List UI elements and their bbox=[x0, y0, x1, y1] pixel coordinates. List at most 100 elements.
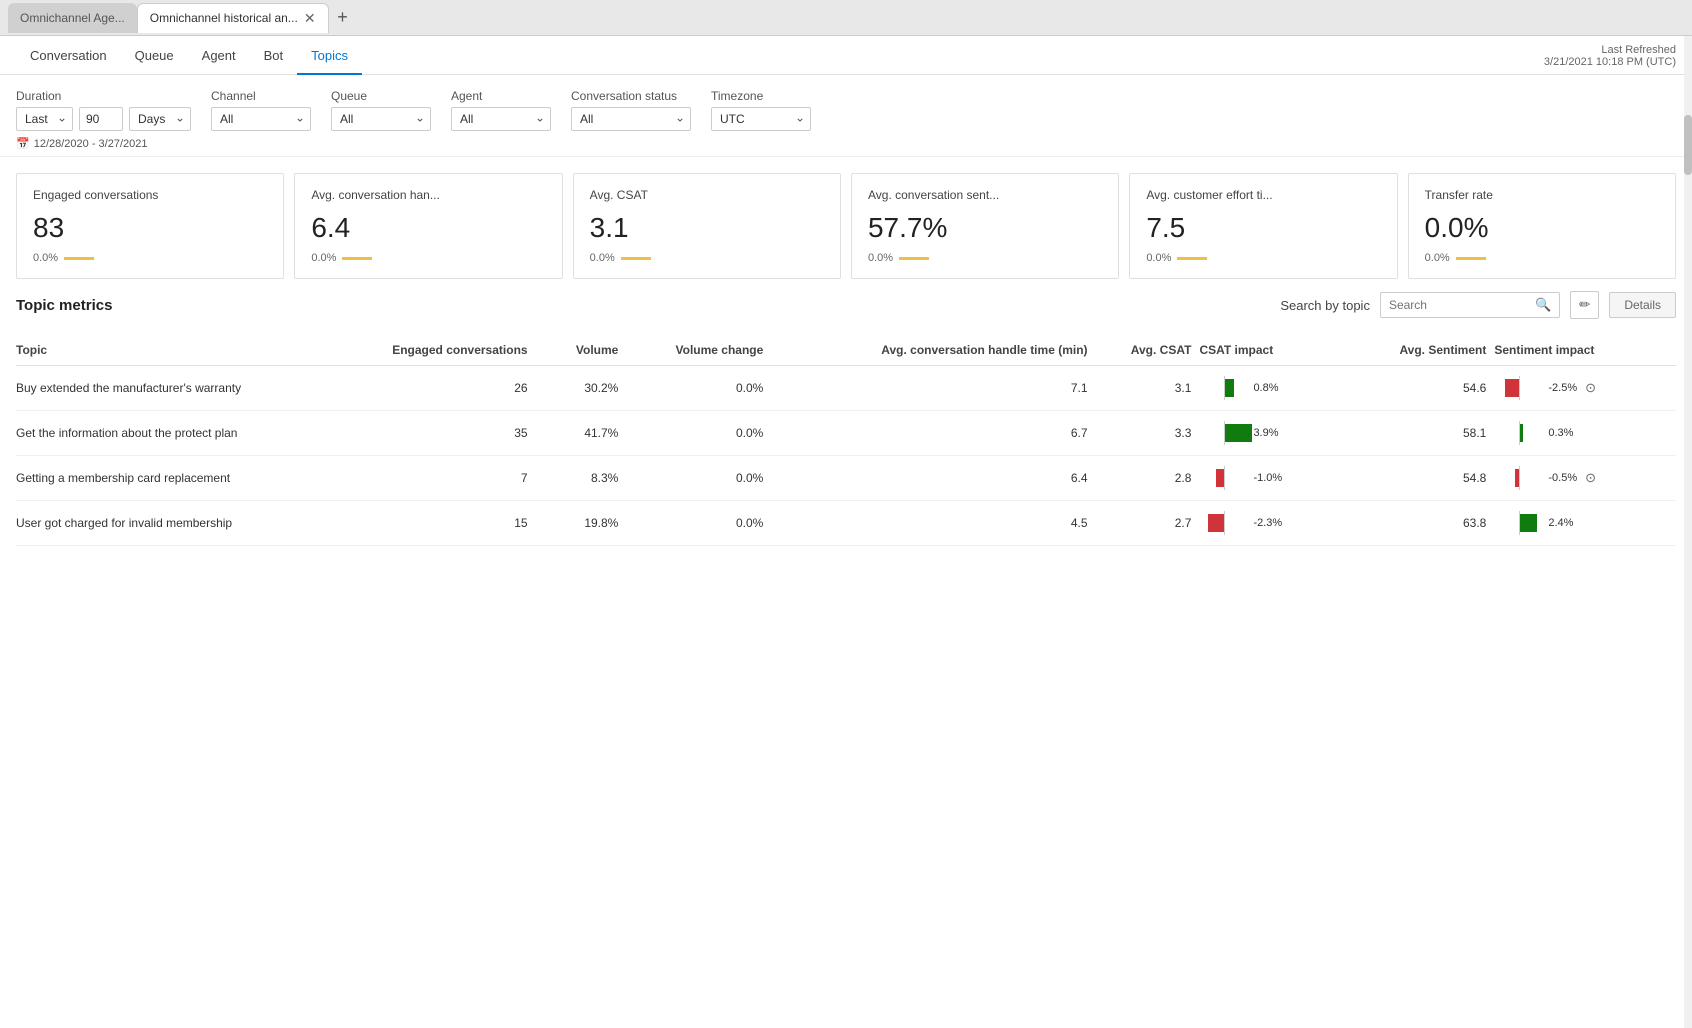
cell-csat-impact: 0.8% bbox=[1199, 366, 1350, 411]
copy-icon[interactable]: ⊙ bbox=[1585, 380, 1596, 396]
kpi-trend-bar bbox=[342, 257, 372, 260]
cell-avg-csat: 2.8 bbox=[1096, 456, 1200, 501]
filters-section: Duration Last Days Channe bbox=[0, 75, 1692, 157]
days-select-wrapper: Days bbox=[129, 107, 191, 131]
channel-label: Channel bbox=[211, 89, 311, 103]
cell-topic-name: Get the information about the protect pl… bbox=[16, 411, 319, 456]
duration-select[interactable]: Last bbox=[16, 107, 73, 131]
kpi-avg-csat-value: 3.1 bbox=[590, 212, 824, 244]
cell-volume: 8.3% bbox=[536, 456, 627, 501]
cell-avg-handle-time: 7.1 bbox=[771, 366, 1095, 411]
agent-label: Agent bbox=[451, 89, 551, 103]
top-nav: Conversation Queue Agent Bot Topics Last… bbox=[0, 36, 1692, 75]
copy-icon[interactable]: ⊙ bbox=[1585, 470, 1596, 486]
queue-filter: Queue All bbox=[331, 89, 431, 131]
nav-queue[interactable]: Queue bbox=[121, 36, 188, 75]
table-header-row: Topic Engaged conversations Volume Volum… bbox=[16, 335, 1676, 366]
duration-days-input[interactable] bbox=[79, 107, 123, 131]
duration-filter: Duration Last Days bbox=[16, 89, 191, 131]
kpi-trend-bar bbox=[1177, 257, 1207, 260]
nav-bot[interactable]: Bot bbox=[250, 36, 298, 75]
tab-omnichannel-agent[interactable]: Omnichannel Age... bbox=[8, 3, 137, 33]
add-tab-button[interactable]: + bbox=[329, 4, 357, 32]
tab-label-inactive: Omnichannel Age... bbox=[20, 11, 125, 25]
col-header-csat-impact: CSAT impact bbox=[1199, 335, 1350, 366]
kpi-trend-bar bbox=[1456, 257, 1486, 260]
days-select[interactable]: Days bbox=[129, 107, 191, 131]
nav-agent[interactable]: Agent bbox=[188, 36, 250, 75]
agent-select-wrapper: All bbox=[451, 107, 551, 131]
cell-volume-change: 0.0% bbox=[626, 501, 771, 546]
cell-avg-sentiment: 58.1 bbox=[1351, 411, 1495, 456]
kpi-section: Engaged conversations 83 0.0% Avg. conve… bbox=[0, 157, 1692, 291]
col-header-avg-csat: Avg. CSAT bbox=[1096, 335, 1200, 366]
queue-select-wrapper: All bbox=[331, 107, 431, 131]
cell-engaged-conversations: 15 bbox=[319, 501, 536, 546]
kpi-avg-handle-time-change: 0.0% bbox=[311, 252, 336, 264]
kpi-trend-bar bbox=[621, 257, 651, 260]
cell-avg-csat: 3.3 bbox=[1096, 411, 1200, 456]
kpi-transfer-rate-title: Transfer rate bbox=[1425, 188, 1659, 202]
table-row: Getting a membership card replacement 7 … bbox=[16, 456, 1676, 501]
agent-select[interactable]: All bbox=[451, 107, 551, 131]
agent-filter: Agent All bbox=[451, 89, 551, 131]
cell-sentiment-impact: 0.3% bbox=[1494, 411, 1676, 456]
calendar-icon: 📅 bbox=[16, 137, 30, 150]
table-row: Buy extended the manufacturer's warranty… bbox=[16, 366, 1676, 411]
cell-engaged-conversations: 26 bbox=[319, 366, 536, 411]
details-button[interactable]: Details bbox=[1609, 292, 1676, 318]
kpi-engaged-conversations-title: Engaged conversations bbox=[33, 188, 267, 202]
col-header-volume: Volume bbox=[536, 335, 627, 366]
tab-omnichannel-historical[interactable]: Omnichannel historical an... ✕ bbox=[137, 3, 329, 33]
kpi-transfer-rate-value: 0.0% bbox=[1425, 212, 1659, 244]
cell-avg-handle-time: 6.7 bbox=[771, 411, 1095, 456]
nav-conversation[interactable]: Conversation bbox=[16, 36, 121, 75]
kpi-engaged-conversations-change: 0.0% bbox=[33, 252, 58, 264]
cell-avg-sentiment: 54.6 bbox=[1351, 366, 1495, 411]
cell-avg-handle-time: 4.5 bbox=[771, 501, 1095, 546]
last-refreshed-label: Last Refreshed bbox=[1544, 44, 1676, 56]
cell-volume: 30.2% bbox=[536, 366, 627, 411]
search-input[interactable] bbox=[1389, 298, 1529, 312]
cell-volume: 41.7% bbox=[536, 411, 627, 456]
cell-avg-handle-time: 6.4 bbox=[771, 456, 1095, 501]
search-icon[interactable]: 🔍 bbox=[1535, 297, 1551, 313]
kpi-customer-effort: Avg. customer effort ti... 7.5 0.0% bbox=[1129, 173, 1397, 279]
cell-avg-csat: 2.7 bbox=[1096, 501, 1200, 546]
cell-avg-sentiment: 63.8 bbox=[1351, 501, 1495, 546]
col-header-volume-change: Volume change bbox=[626, 335, 771, 366]
kpi-avg-handle-time-title: Avg. conversation han... bbox=[311, 188, 545, 202]
queue-select[interactable]: All bbox=[331, 107, 431, 131]
conversation-status-select[interactable]: All bbox=[571, 107, 691, 131]
channel-select[interactable]: All bbox=[211, 107, 311, 131]
kpi-avg-csat: Avg. CSAT 3.1 0.0% bbox=[573, 173, 841, 279]
kpi-avg-csat-title: Avg. CSAT bbox=[590, 188, 824, 202]
metrics-title: Topic metrics bbox=[16, 297, 112, 314]
col-header-avg-handle-time: Avg. conversation handle time (min) bbox=[771, 335, 1095, 366]
kpi-engaged-conversations: Engaged conversations 83 0.0% bbox=[16, 173, 284, 279]
kpi-customer-effort-value: 7.5 bbox=[1146, 212, 1380, 244]
cell-topic-name: Getting a membership card replacement bbox=[16, 456, 319, 501]
cell-volume-change: 0.0% bbox=[626, 366, 771, 411]
close-icon[interactable]: ✕ bbox=[304, 11, 316, 25]
date-range: 📅 12/28/2020 - 3/27/2021 bbox=[16, 137, 1676, 150]
channel-filter: Channel All bbox=[211, 89, 311, 131]
cell-csat-impact: -2.3% bbox=[1199, 501, 1350, 546]
nav-topics[interactable]: Topics bbox=[297, 36, 362, 75]
col-header-topic: Topic bbox=[16, 335, 319, 366]
scrollbar[interactable] bbox=[1684, 36, 1692, 1028]
table-row: Get the information about the protect pl… bbox=[16, 411, 1676, 456]
edit-button[interactable]: ✏ bbox=[1570, 291, 1599, 319]
metrics-header: Topic metrics Search by topic 🔍 ✏ Detail… bbox=[16, 291, 1676, 319]
kpi-avg-sentiment-change: 0.0% bbox=[868, 252, 893, 264]
browser-tab-bar: Omnichannel Age... Omnichannel historica… bbox=[0, 0, 1692, 36]
last-refreshed-value: 3/21/2021 10:18 PM (UTC) bbox=[1544, 56, 1676, 68]
cell-avg-csat: 3.1 bbox=[1096, 366, 1200, 411]
timezone-select[interactable]: UTC bbox=[711, 107, 811, 131]
last-refreshed-panel: Last Refreshed 3/21/2021 10:18 PM (UTC) bbox=[1544, 44, 1676, 68]
cell-sentiment-impact: -2.5%⊙ bbox=[1494, 366, 1676, 411]
scrollbar-thumb[interactable] bbox=[1684, 115, 1692, 175]
cell-sentiment-impact: -0.5%⊙ bbox=[1494, 456, 1676, 501]
queue-label: Queue bbox=[331, 89, 431, 103]
cell-topic-name: User got charged for invalid membership bbox=[16, 501, 319, 546]
